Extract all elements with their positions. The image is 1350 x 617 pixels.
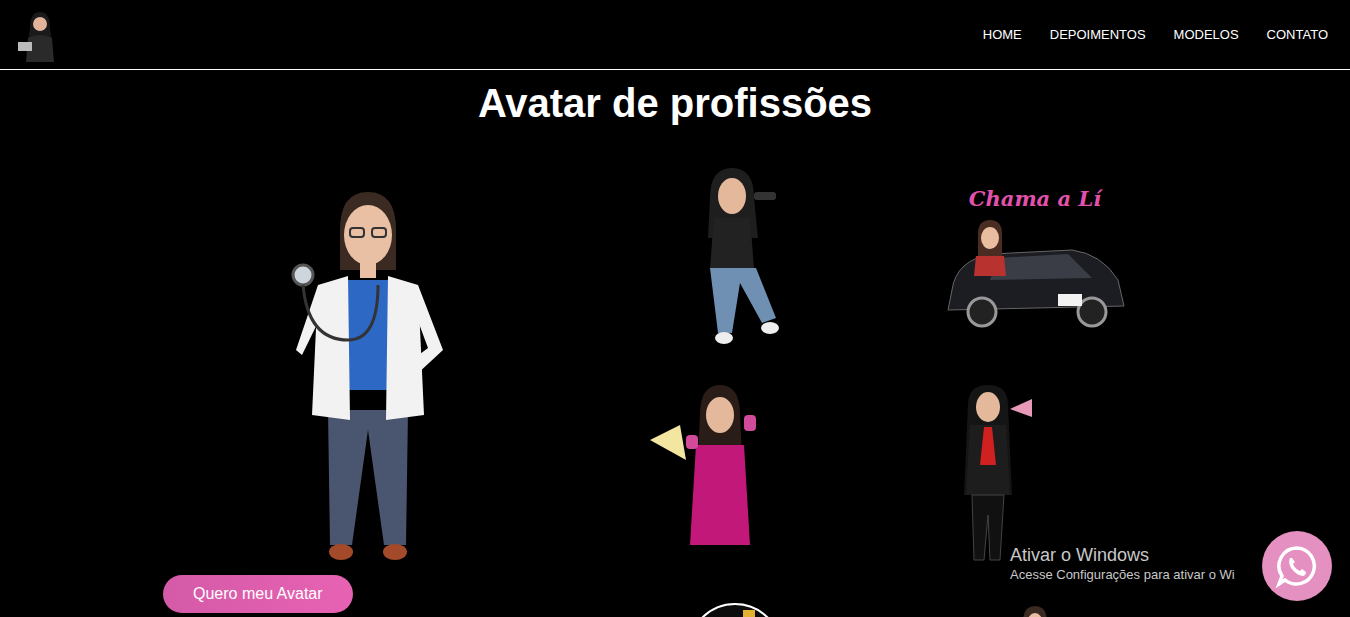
featured-avatar: Quero meu Avatar [0, 127, 680, 617]
badge-logo-icon [687, 602, 783, 617]
nav-link[interactable]: DEPOIMENTOS [1050, 25, 1146, 45]
avatar-card[interactable]: Chama a Lí [935, 168, 1135, 350]
avatar-card[interactable] [680, 385, 790, 567]
windows-watermark: Ativar o Windows Acesse Configurações pa… [1010, 544, 1235, 584]
avatar-card[interactable] [680, 602, 790, 617]
watermark-title: Ativar o Windows [1010, 544, 1235, 566]
avatar-card[interactable] [935, 602, 1135, 617]
nail-artist-avatar-icon [650, 385, 790, 545]
whatsapp-icon [1275, 544, 1319, 588]
logo-icon[interactable] [16, 8, 64, 62]
main-nav: HOME DEPOIMENTOS MODELOS CONTATO [983, 25, 1328, 45]
avatar-caption: Chama a Lí [969, 186, 1101, 212]
nav-link[interactable]: MODELOS [1174, 25, 1239, 45]
whatsapp-button[interactable] [1262, 531, 1332, 601]
content: Quero meu Avatar Chama a Lí [0, 127, 1350, 617]
site-header: HOME DEPOIMENTOS MODELOS CONTATO [0, 0, 1350, 70]
watermark-subtitle: Acesse Configurações para ativar o Wi [1010, 566, 1235, 584]
avatar-grid: Chama a Lí [680, 127, 1135, 617]
nav-link[interactable]: HOME [983, 25, 1022, 45]
avatar-head-icon [1015, 602, 1055, 617]
hair-therapist-avatar-icon [940, 385, 1130, 567]
cta-button[interactable]: Quero meu Avatar [163, 575, 353, 613]
hair-stylist-avatar-icon [680, 168, 790, 350]
car-avatar-icon [942, 220, 1128, 332]
avatar-card[interactable] [935, 385, 1135, 567]
avatar-card[interactable] [680, 168, 790, 350]
nav-link[interactable]: CONTATO [1267, 25, 1328, 45]
doctor-avatar-icon [288, 190, 448, 565]
page-title: Avatar de profissões [0, 79, 1350, 127]
